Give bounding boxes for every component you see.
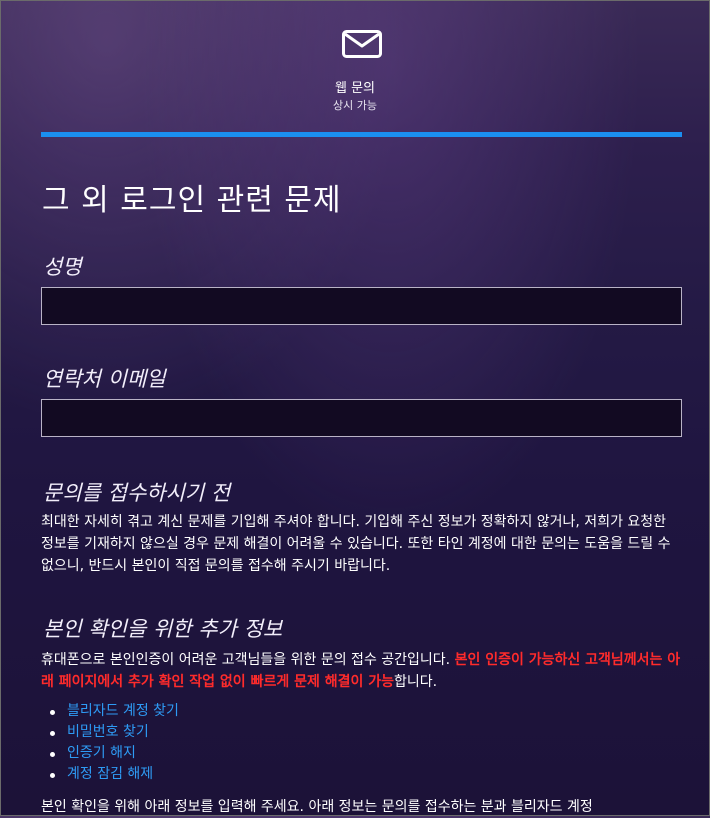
accent-divider xyxy=(41,132,682,137)
find-account-link[interactable]: 블리자드 계정 찾기 xyxy=(67,703,179,719)
channel-header: 웹 문의 상시 가능 xyxy=(1,1,709,133)
envelope-icon xyxy=(342,30,382,58)
help-links-list: 블리자드 계정 찾기 비밀번호 찾기 인증기 해지 계정 잠김 해제 xyxy=(41,701,179,785)
extra-info-text: 휴대폰으로 본인인증이 어려운 고객님들을 위한 문의 접수 공간입니다. 본인… xyxy=(41,649,681,693)
name-label: 성명 xyxy=(43,255,82,279)
name-input[interactable] xyxy=(41,287,682,325)
before-submit-text: 최대한 자세히 겪고 계신 문제를 기입해 주셔야 합니다. 기입해 주신 정보… xyxy=(41,514,671,574)
bullet-icon xyxy=(50,731,55,736)
list-item: 비밀번호 찾기 xyxy=(50,722,179,743)
remove-authenticator-link[interactable]: 인증기 해지 xyxy=(67,745,136,761)
channel-title: 웹 문의 xyxy=(334,81,375,96)
list-item: 계정 잠김 해제 xyxy=(50,764,179,785)
bullet-icon xyxy=(50,752,55,757)
email-input[interactable] xyxy=(41,399,682,437)
list-item: 블리자드 계정 찾기 xyxy=(50,701,179,722)
channel-availability: 상시 가능 xyxy=(333,99,377,112)
before-submit-heading: 문의를 접수하시기 전 xyxy=(43,481,231,505)
extra-info-heading: 본인 확인을 위한 추가 정보 xyxy=(43,617,283,641)
bullet-icon xyxy=(50,773,55,778)
find-password-link[interactable]: 비밀번호 찾기 xyxy=(67,724,149,740)
bullet-icon xyxy=(50,710,55,715)
list-item: 인증기 해지 xyxy=(50,743,179,764)
email-label: 연락처 이메일 xyxy=(43,367,166,391)
unlock-account-link[interactable]: 계정 잠김 해제 xyxy=(67,766,153,782)
extra-info-text-suffix: 합니다. xyxy=(394,674,438,690)
identity-info-instructions: 본인 확인을 위해 아래 정보를 입력해 주세요. 아래 정보는 문의를 접수하… xyxy=(41,799,593,815)
extra-info-text-prefix: 휴대폰으로 본인인증이 어려운 고객님들을 위한 문의 접수 공간입니다. xyxy=(41,652,455,668)
page-title: 그 외 로그인 관련 문제 xyxy=(42,183,342,218)
